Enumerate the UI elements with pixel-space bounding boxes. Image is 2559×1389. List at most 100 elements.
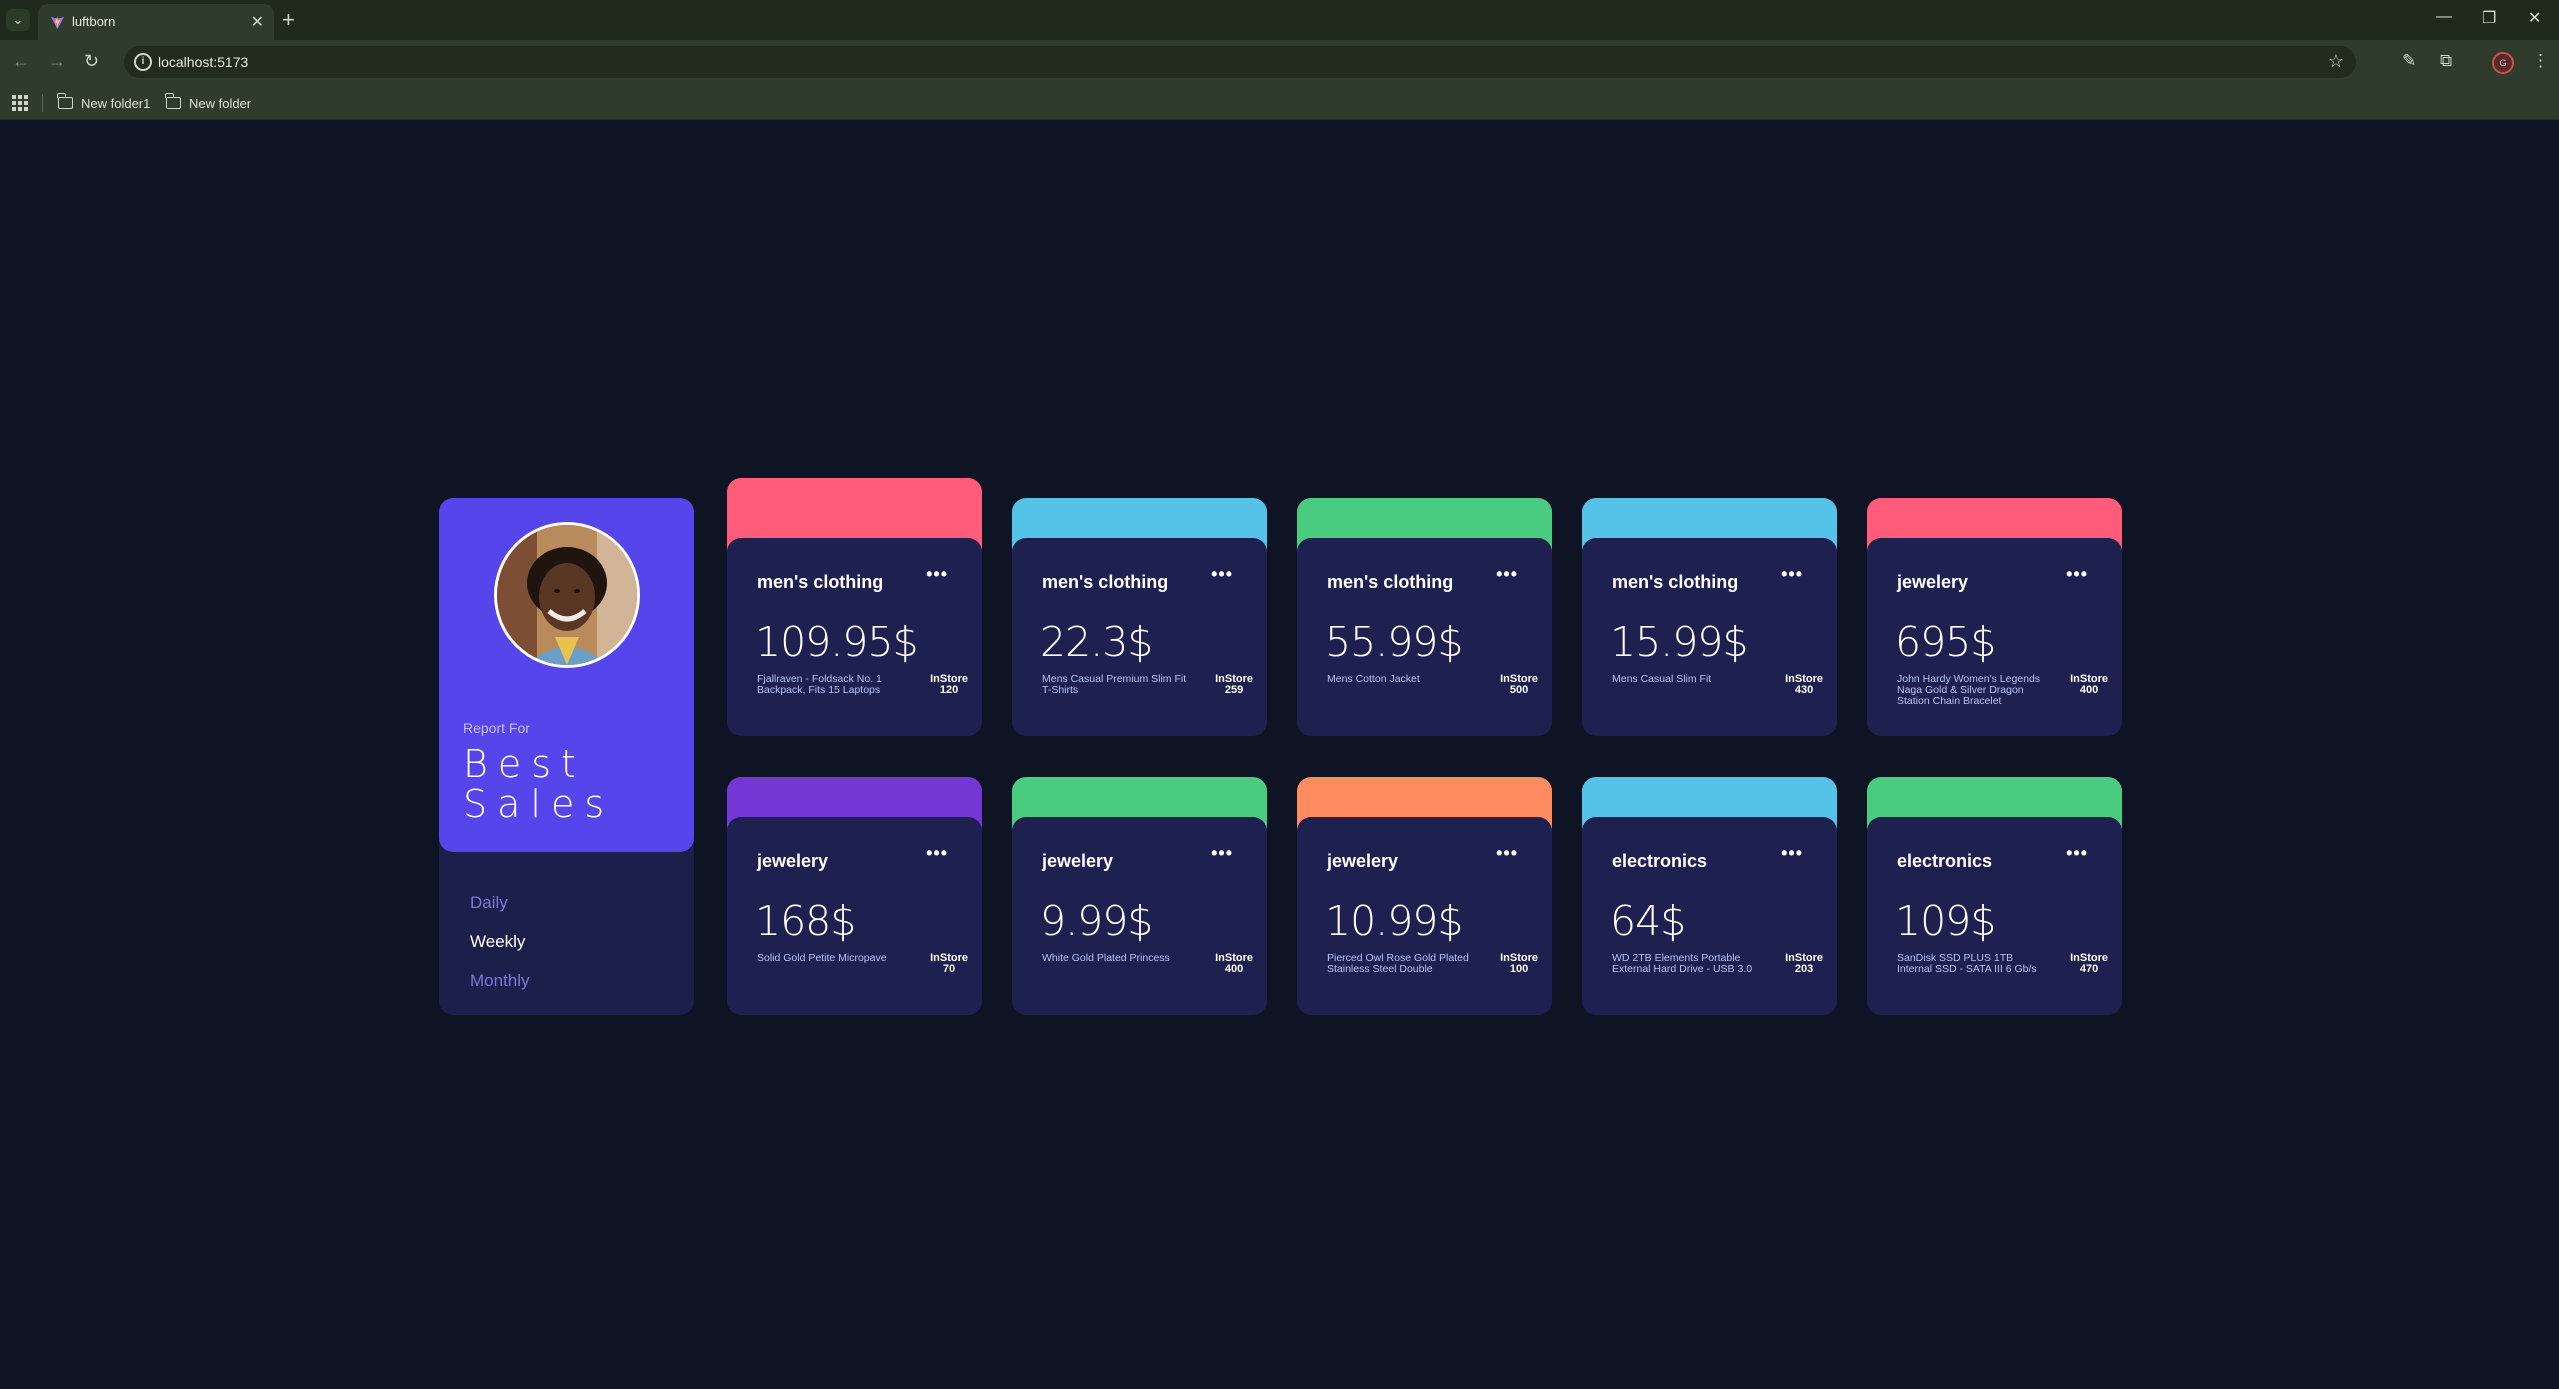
bookmark-star-icon[interactable]: ☆ bbox=[2328, 51, 2344, 72]
card-body: electronics ••• 64$ WD 2TB Elements Portabl… bbox=[1582, 817, 1837, 1015]
browser-toolbar: ← → ↻ i localhost:5173 ☆ ✎ ⧉ G ⋮ bbox=[0, 40, 2559, 86]
menu-icon[interactable]: ⋮ bbox=[2532, 51, 2549, 71]
card-category: jewelery bbox=[1042, 851, 1114, 871]
product-card[interactable]: men's clothing ••• 15.99$ Mens Casual Slim … bbox=[1582, 498, 1837, 736]
card-price: 64$ bbox=[1610, 897, 1686, 945]
card-price: 22.3$ bbox=[1040, 618, 1153, 666]
report-title-line: Sales bbox=[463, 782, 615, 826]
card-price: 9.99$ bbox=[1040, 897, 1153, 945]
new-tab-button[interactable]: + bbox=[282, 7, 295, 33]
instore-count: 100 bbox=[1509, 963, 1529, 975]
more-options-icon[interactable]: ••• bbox=[1781, 843, 1803, 864]
card-description: Solid Gold Petite Micropave bbox=[757, 952, 887, 964]
folder-icon bbox=[165, 93, 181, 109]
more-options-icon[interactable]: ••• bbox=[2066, 843, 2088, 864]
apps-grid-icon[interactable] bbox=[12, 95, 28, 111]
card-price: 15.99$ bbox=[1610, 618, 1748, 666]
card-description: White Gold Plated Princess bbox=[1042, 952, 1170, 964]
card-price: 109$ bbox=[1895, 897, 1996, 945]
product-card[interactable]: jewelery ••• 10.99$ Pierced Owl Rose Gold P… bbox=[1297, 777, 1552, 1015]
card-instore: InStore 400 bbox=[2070, 674, 2108, 696]
instore-count: 259 bbox=[1224, 684, 1244, 696]
instore-count: 203 bbox=[1794, 963, 1814, 975]
avatar-photo bbox=[497, 525, 637, 665]
more-options-icon[interactable]: ••• bbox=[926, 843, 948, 864]
more-options-icon[interactable]: ••• bbox=[1496, 564, 1518, 585]
card-price: 168$ bbox=[755, 897, 856, 945]
card-instore: InStore 500 bbox=[1500, 674, 1538, 696]
browser-tab[interactable]: luftborn ✕ bbox=[38, 4, 274, 40]
card-description: Mens Casual Premium Slim Fit T-Shirts bbox=[1042, 673, 1187, 696]
card-description: Mens Casual Slim Fit bbox=[1612, 673, 1712, 685]
more-options-icon[interactable]: ••• bbox=[926, 564, 948, 585]
product-card[interactable]: jewelery ••• 168$ Solid Gold Petite Micropa… bbox=[727, 777, 982, 1015]
period-daily[interactable]: Daily bbox=[470, 893, 508, 913]
product-card[interactable]: electronics ••• 109$ SanDisk SSD PLUS 1TB I… bbox=[1867, 777, 2122, 1015]
card-instore: InStore 400 bbox=[1215, 953, 1253, 975]
more-options-icon[interactable]: ••• bbox=[1496, 843, 1518, 864]
card-instore: InStore 430 bbox=[1785, 674, 1823, 696]
product-card[interactable]: men's clothing ••• 22.3$ Mens Casual Premiu… bbox=[1012, 498, 1267, 736]
card-body: jewelery ••• 9.99$ White Gold Plated Prince… bbox=[1012, 817, 1267, 1015]
product-card[interactable]: men's clothing ••• 55.99$ Mens Cotton Jacke… bbox=[1297, 498, 1552, 736]
site-info-icon[interactable]: i bbox=[134, 53, 152, 71]
card-category: electronics bbox=[1897, 851, 1993, 871]
tab-close-icon[interactable]: ✕ bbox=[251, 12, 264, 32]
card-category: jewelery bbox=[757, 851, 829, 871]
report-title: Best Sales bbox=[463, 744, 614, 824]
card-body: men's clothing ••• 15.99$ Mens Casual Slim … bbox=[1582, 538, 1837, 736]
product-card[interactable]: jewelery ••• 695$ John Hardy Women's Legend… bbox=[1867, 498, 2122, 736]
card-category: men's clothing bbox=[1612, 572, 1739, 592]
bookmarks-divider bbox=[42, 94, 43, 112]
back-icon[interactable]: ← bbox=[12, 51, 30, 72]
card-description: Mens Cotton Jacket bbox=[1327, 673, 1420, 685]
minimize-button[interactable]: — bbox=[2436, 8, 2452, 26]
product-card[interactable]: electronics ••• 64$ WD 2TB Elements Portabl… bbox=[1582, 777, 1837, 1015]
bookmark-folder[interactable]: New folder bbox=[165, 92, 251, 114]
card-instore: InStore 120 bbox=[930, 674, 968, 696]
period-weekly[interactable]: Weekly bbox=[470, 932, 525, 952]
card-body: jewelery ••• 10.99$ Pierced Owl Rose Gold P… bbox=[1297, 817, 1552, 1015]
bookmark-label: New folder1 bbox=[81, 95, 151, 111]
card-category: men's clothing bbox=[757, 572, 884, 592]
folder-icon bbox=[57, 93, 73, 109]
card-description: John Hardy Women's Legends Naga Gold & S… bbox=[1897, 673, 2041, 707]
address-bar[interactable]: i localhost:5173 ☆ bbox=[124, 46, 2356, 78]
restore-button[interactable]: ❐ bbox=[2482, 8, 2496, 28]
card-body: jewelery ••• 695$ John Hardy Women's Legend… bbox=[1867, 538, 2122, 736]
more-options-icon[interactable]: ••• bbox=[2066, 564, 2088, 585]
bookmarks-bar: New folder1 New folder bbox=[0, 86, 2559, 120]
card-category: jewelery bbox=[1327, 851, 1399, 871]
card-instore: InStore 259 bbox=[1215, 674, 1253, 696]
card-category: electronics bbox=[1612, 851, 1708, 871]
pen-icon[interactable]: ✎ bbox=[2402, 51, 2416, 71]
card-instore: InStore 470 bbox=[2070, 953, 2108, 975]
url-text[interactable]: localhost:5173 bbox=[158, 54, 248, 70]
instore-count: 500 bbox=[1509, 684, 1529, 696]
reload-icon[interactable]: ↻ bbox=[84, 51, 99, 72]
card-description: Fjallraven - Foldsack No. 1 Backpack, Fi… bbox=[757, 673, 882, 696]
more-options-icon[interactable]: ••• bbox=[1211, 564, 1233, 585]
period-monthly[interactable]: Monthly bbox=[470, 971, 530, 991]
instore-count: 70 bbox=[942, 963, 956, 975]
product-card[interactable]: jewelery ••• 9.99$ White Gold Plated Prince… bbox=[1012, 777, 1267, 1015]
close-window-button[interactable]: ✕ bbox=[2528, 8, 2541, 28]
card-body: electronics ••• 109$ SanDisk SSD PLUS 1TB I… bbox=[1867, 817, 2122, 1015]
card-body: men's clothing ••• 55.99$ Mens Cotton Jacke… bbox=[1297, 538, 1552, 736]
extensions-icon[interactable]: ⧉ bbox=[2440, 51, 2452, 71]
profile-avatar[interactable]: G bbox=[2492, 52, 2514, 74]
tab-search-chevron-icon[interactable]: ⌄ bbox=[6, 9, 30, 31]
card-instore: InStore 70 bbox=[930, 953, 968, 975]
forward-icon[interactable]: → bbox=[48, 51, 66, 72]
card-price: 695$ bbox=[1895, 618, 1996, 666]
card-description: Pierced Owl Rose Gold Plated Stainless S… bbox=[1327, 952, 1469, 975]
instore-count: 470 bbox=[2079, 963, 2099, 975]
bookmark-folder[interactable]: New folder1 bbox=[57, 92, 151, 114]
report-header: Report For Best Sales bbox=[439, 498, 694, 852]
more-options-icon[interactable]: ••• bbox=[1211, 843, 1233, 864]
instore-count: 120 bbox=[939, 684, 959, 696]
more-options-icon[interactable]: ••• bbox=[1781, 564, 1803, 585]
report-label: Report For bbox=[463, 720, 530, 736]
product-card[interactable]: men's clothing ••• 109.95$ Fjallraven - Fol… bbox=[727, 478, 982, 736]
instore-count: 400 bbox=[2079, 684, 2099, 696]
